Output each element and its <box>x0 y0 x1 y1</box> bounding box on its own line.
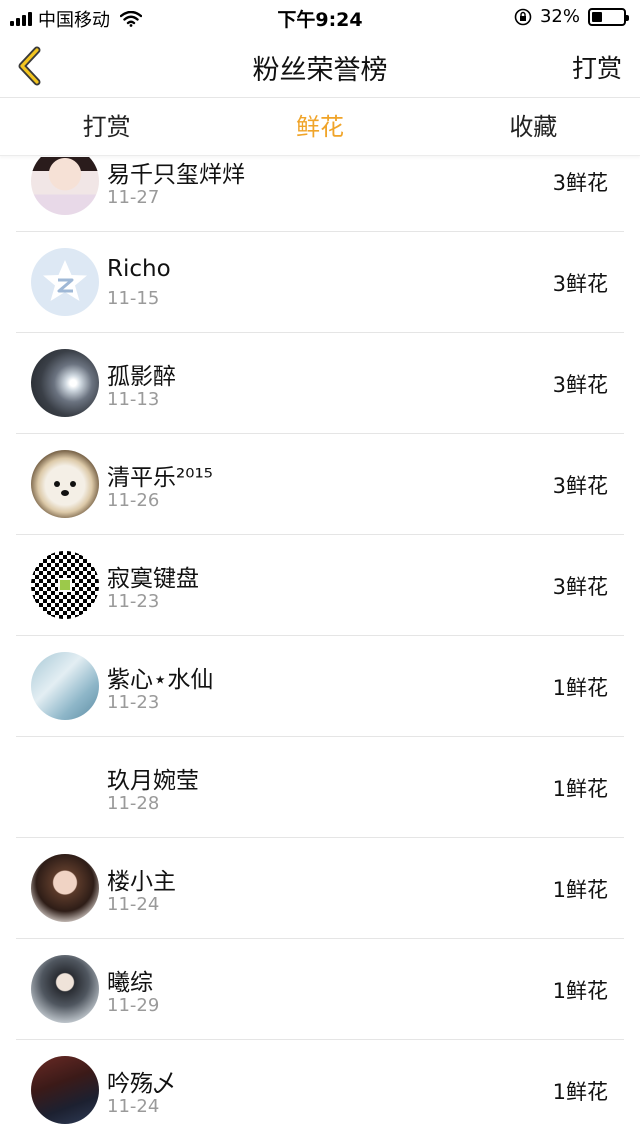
avatar <box>31 551 99 619</box>
qq-star-icon <box>43 260 87 301</box>
fan-name: 曦综 <box>107 970 153 996</box>
fan-name: 孤影醉 <box>107 364 176 390</box>
fan-name: 清平乐²⁰¹⁵ <box>107 465 213 491</box>
tab-flowers[interactable]: 鲜花 <box>213 99 426 155</box>
flower-count: 3鲜花 <box>552 171 608 195</box>
list-item[interactable]: 紫心⋆水仙 11-23 1鲜花 <box>16 636 624 737</box>
avatar <box>31 1056 99 1124</box>
fan-name: 紫心⋆水仙 <box>107 667 214 693</box>
avatar <box>31 349 99 417</box>
dog-face-icon <box>54 481 76 496</box>
avatar <box>31 450 99 518</box>
list-item[interactable]: 清平乐²⁰¹⁵ 11-26 3鲜花 <box>16 434 624 535</box>
fan-name: 玖月婉莹 <box>107 768 199 794</box>
list-item[interactable]: 楼小主 11-24 1鲜花 <box>16 838 624 939</box>
list-item[interactable]: 玖月婉莹 11-28 1鲜花 <box>16 737 624 838</box>
fan-date: 11-28 <box>107 793 160 814</box>
fan-date: 11-23 <box>107 692 160 713</box>
list-item[interactable]: 吟殇乄 11-24 1鲜花 <box>16 1040 624 1138</box>
fan-date: 11-24 <box>107 1096 160 1117</box>
avatar <box>31 854 99 922</box>
list-item[interactable]: 孤影醉 11-13 3鲜花 <box>16 333 624 434</box>
fan-name: Richo <box>107 256 171 282</box>
status-bar: 中国移动 下午9:24 32% <box>0 0 640 34</box>
fan-date: 11-27 <box>107 187 160 208</box>
flower-count: 3鲜花 <box>552 474 608 498</box>
flower-count: 1鲜花 <box>552 878 608 902</box>
flower-count: 1鲜花 <box>552 777 608 801</box>
fan-date: 11-26 <box>107 490 160 511</box>
list-item[interactable]: 寂寞键盘 11-23 3鲜花 <box>16 535 624 636</box>
flower-count: 3鲜花 <box>552 575 608 599</box>
battery-icon <box>588 7 629 26</box>
fan-list[interactable]: 易千只玺烊烊 11-27 3鲜花 Richo 11-15 3鲜花 孤影醉 11-… <box>0 157 640 1138</box>
avatar <box>31 955 99 1023</box>
fan-date: 11-15 <box>107 288 160 309</box>
fan-date: 11-24 <box>107 894 160 915</box>
rotation-lock-icon <box>514 8 532 25</box>
fan-name: 吟殇乄 <box>107 1071 176 1097</box>
status-right: 32% <box>514 6 629 27</box>
tab-reward[interactable]: 打赏 <box>0 99 213 155</box>
list-item[interactable]: 易千只玺烊烊 11-27 3鲜花 <box>16 157 624 232</box>
list-item[interactable]: Richo 11-15 3鲜花 <box>16 232 624 333</box>
tab-bar: 打赏 鲜花 收藏 <box>0 99 640 156</box>
avatar <box>31 652 99 720</box>
flower-count: 3鲜花 <box>552 272 608 296</box>
avatar <box>31 248 99 316</box>
flower-count: 1鲜花 <box>552 1080 608 1104</box>
fan-name: 易千只玺烊烊 <box>107 162 245 188</box>
avatar <box>31 753 99 821</box>
qr-logo <box>58 578 72 592</box>
flower-count: 3鲜花 <box>552 373 608 397</box>
fan-name: 寂寞键盘 <box>107 566 199 592</box>
reward-button[interactable]: 打赏 <box>572 49 622 85</box>
list-item[interactable]: 曦综 11-29 1鲜花 <box>16 939 624 1040</box>
flower-count: 1鲜花 <box>552 979 608 1003</box>
battery-percent: 32% <box>539 6 580 27</box>
flower-count: 1鲜花 <box>552 676 608 700</box>
fan-date: 11-29 <box>107 995 160 1016</box>
avatar <box>31 157 99 215</box>
fan-date: 11-13 <box>107 389 160 410</box>
navigation-bar: 粉丝荣誉榜 打赏 <box>0 34 640 98</box>
fan-name: 楼小主 <box>107 869 176 895</box>
page-title: 粉丝荣誉榜 <box>252 55 388 86</box>
tab-favorites[interactable]: 收藏 <box>427 99 640 155</box>
fan-date: 11-23 <box>107 591 160 612</box>
battery-fill <box>592 11 602 22</box>
